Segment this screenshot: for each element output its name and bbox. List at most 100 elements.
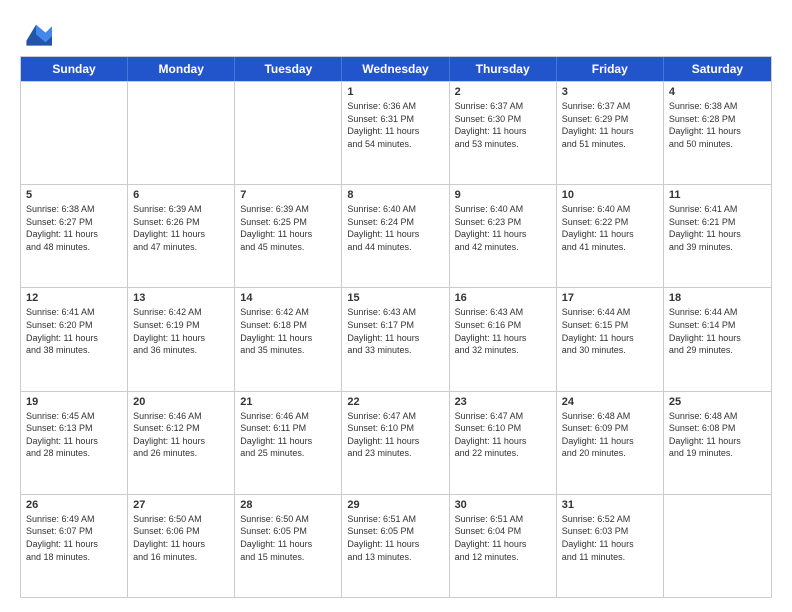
- day-cell: 4 Sunrise: 6:38 AM Sunset: 6:28 PM Daylig…: [664, 82, 771, 184]
- day-info: Sunrise: 6:43 AM Sunset: 6:17 PM Dayligh…: [347, 306, 443, 356]
- day-cell: 7Sunrise: 6:39 AM Sunset: 6:25 PM Daylig…: [235, 185, 342, 287]
- day-cell: [128, 82, 235, 184]
- day-cell: [21, 82, 128, 184]
- day-cell: 2 Sunrise: 6:37 AM Sunset: 6:30 PM Daylig…: [450, 82, 557, 184]
- day-header: Friday: [557, 57, 664, 81]
- day-number: 1: [347, 86, 443, 98]
- day-info: Sunrise: 6:40 AM Sunset: 6:23 PM Dayligh…: [455, 203, 551, 253]
- day-info: Sunrise: 6:41 AM Sunset: 6:21 PM Dayligh…: [669, 203, 766, 253]
- day-number: 3: [562, 86, 658, 98]
- day-number: 19: [26, 396, 122, 408]
- day-header: Sunday: [21, 57, 128, 81]
- day-info: Sunrise: 6:41 AM Sunset: 6:20 PM Dayligh…: [26, 306, 122, 356]
- week-row: 5 Sunrise: 6:38 AM Sunset: 6:27 PM Daylig…: [21, 184, 771, 287]
- day-number: 16: [455, 292, 551, 304]
- day-number: 8: [347, 189, 443, 201]
- day-info: Sunrise: 6:37 AM Sunset: 6:30 PM Dayligh…: [455, 100, 551, 150]
- day-info: Sunrise: 6:51 AM Sunset: 6:04 PM Dayligh…: [455, 513, 551, 563]
- day-number: 30: [455, 499, 551, 511]
- day-number: 21: [240, 396, 336, 408]
- day-header: Thursday: [450, 57, 557, 81]
- day-number: 13: [133, 292, 229, 304]
- page: SundayMondayTuesdayWednesdayThursdayFrid…: [0, 0, 792, 612]
- day-info: Sunrise: 6:38 AM Sunset: 6:27 PM Dayligh…: [26, 203, 122, 253]
- day-cell: 12 Sunrise: 6:41 AM Sunset: 6:20 PM Dayli…: [21, 288, 128, 390]
- day-cell: 25Sunrise: 6:48 AM Sunset: 6:08 PM Dayli…: [664, 392, 771, 494]
- day-info: Sunrise: 6:44 AM Sunset: 6:14 PM Dayligh…: [669, 306, 766, 356]
- day-cell: 8 Sunrise: 6:40 AM Sunset: 6:24 PM Daylig…: [342, 185, 449, 287]
- logo: [20, 18, 56, 46]
- day-number: 20: [133, 396, 229, 408]
- day-cell: 16 Sunrise: 6:43 AM Sunset: 6:16 PM Dayli…: [450, 288, 557, 390]
- day-cell: 23 Sunrise: 6:47 AM Sunset: 6:10 PM Dayli…: [450, 392, 557, 494]
- day-number: 28: [240, 499, 336, 511]
- day-number: 7: [240, 189, 336, 201]
- day-number: 26: [26, 499, 122, 511]
- day-info: Sunrise: 6:49 AM Sunset: 6:07 PM Dayligh…: [26, 513, 122, 563]
- day-number: 4: [669, 86, 766, 98]
- day-number: 15: [347, 292, 443, 304]
- day-header: Saturday: [664, 57, 771, 81]
- day-cell: 5 Sunrise: 6:38 AM Sunset: 6:27 PM Daylig…: [21, 185, 128, 287]
- day-header: Monday: [128, 57, 235, 81]
- day-info: Sunrise: 6:39 AM Sunset: 6:26 PM Dayligh…: [133, 203, 229, 253]
- day-header: Wednesday: [342, 57, 449, 81]
- week-row: 19Sunrise: 6:45 AM Sunset: 6:13 PM Dayli…: [21, 391, 771, 494]
- day-cell: [235, 82, 342, 184]
- day-number: 5: [26, 189, 122, 201]
- day-header: Tuesday: [235, 57, 342, 81]
- day-number: 29: [347, 499, 443, 511]
- weeks: 1 Sunrise: 6:36 AM Sunset: 6:31 PM Daylig…: [21, 81, 771, 597]
- day-headers: SundayMondayTuesdayWednesdayThursdayFrid…: [21, 57, 771, 81]
- day-cell: 20 Sunrise: 6:46 AM Sunset: 6:12 PM Dayli…: [128, 392, 235, 494]
- day-info: Sunrise: 6:47 AM Sunset: 6:10 PM Dayligh…: [455, 410, 551, 460]
- day-info: Sunrise: 6:44 AM Sunset: 6:15 PM Dayligh…: [562, 306, 658, 356]
- day-info: Sunrise: 6:46 AM Sunset: 6:12 PM Dayligh…: [133, 410, 229, 460]
- day-cell: 21 Sunrise: 6:46 AM Sunset: 6:11 PM Dayli…: [235, 392, 342, 494]
- day-number: 31: [562, 499, 658, 511]
- day-cell: 19Sunrise: 6:45 AM Sunset: 6:13 PM Dayli…: [21, 392, 128, 494]
- day-cell: 10Sunrise: 6:40 AM Sunset: 6:22 PM Dayli…: [557, 185, 664, 287]
- day-number: 6: [133, 189, 229, 201]
- day-info: Sunrise: 6:51 AM Sunset: 6:05 PM Dayligh…: [347, 513, 443, 563]
- day-cell: 3Sunrise: 6:37 AM Sunset: 6:29 PM Daylig…: [557, 82, 664, 184]
- day-number: 27: [133, 499, 229, 511]
- day-number: 23: [455, 396, 551, 408]
- day-info: Sunrise: 6:52 AM Sunset: 6:03 PM Dayligh…: [562, 513, 658, 563]
- day-info: Sunrise: 6:47 AM Sunset: 6:10 PM Dayligh…: [347, 410, 443, 460]
- day-cell: 9Sunrise: 6:40 AM Sunset: 6:23 PM Daylig…: [450, 185, 557, 287]
- day-cell: 26 Sunrise: 6:49 AM Sunset: 6:07 PM Dayli…: [21, 495, 128, 597]
- day-number: 24: [562, 396, 658, 408]
- day-info: Sunrise: 6:42 AM Sunset: 6:19 PM Dayligh…: [133, 306, 229, 356]
- day-info: Sunrise: 6:36 AM Sunset: 6:31 PM Dayligh…: [347, 100, 443, 150]
- day-cell: 29 Sunrise: 6:51 AM Sunset: 6:05 PM Dayli…: [342, 495, 449, 597]
- day-info: Sunrise: 6:38 AM Sunset: 6:28 PM Dayligh…: [669, 100, 766, 150]
- day-info: Sunrise: 6:50 AM Sunset: 6:05 PM Dayligh…: [240, 513, 336, 563]
- day-cell: 18Sunrise: 6:44 AM Sunset: 6:14 PM Dayli…: [664, 288, 771, 390]
- day-cell: 31 Sunrise: 6:52 AM Sunset: 6:03 PM Dayli…: [557, 495, 664, 597]
- header: [20, 18, 772, 46]
- week-row: 26 Sunrise: 6:49 AM Sunset: 6:07 PM Dayli…: [21, 494, 771, 597]
- day-info: Sunrise: 6:46 AM Sunset: 6:11 PM Dayligh…: [240, 410, 336, 460]
- day-cell: 6 Sunrise: 6:39 AM Sunset: 6:26 PM Daylig…: [128, 185, 235, 287]
- day-number: 10: [562, 189, 658, 201]
- day-cell: 24 Sunrise: 6:48 AM Sunset: 6:09 PM Dayli…: [557, 392, 664, 494]
- day-cell: 1 Sunrise: 6:36 AM Sunset: 6:31 PM Daylig…: [342, 82, 449, 184]
- day-info: Sunrise: 6:43 AM Sunset: 6:16 PM Dayligh…: [455, 306, 551, 356]
- day-cell: 28 Sunrise: 6:50 AM Sunset: 6:05 PM Dayli…: [235, 495, 342, 597]
- day-info: Sunrise: 6:48 AM Sunset: 6:08 PM Dayligh…: [669, 410, 766, 460]
- day-number: 22: [347, 396, 443, 408]
- day-cell: 15 Sunrise: 6:43 AM Sunset: 6:17 PM Dayli…: [342, 288, 449, 390]
- day-cell: 30 Sunrise: 6:51 AM Sunset: 6:04 PM Dayli…: [450, 495, 557, 597]
- day-number: 2: [455, 86, 551, 98]
- day-number: 11: [669, 189, 766, 201]
- day-number: 12: [26, 292, 122, 304]
- day-cell: 22 Sunrise: 6:47 AM Sunset: 6:10 PM Dayli…: [342, 392, 449, 494]
- day-cell: [664, 495, 771, 597]
- day-cell: 17Sunrise: 6:44 AM Sunset: 6:15 PM Dayli…: [557, 288, 664, 390]
- day-info: Sunrise: 6:48 AM Sunset: 6:09 PM Dayligh…: [562, 410, 658, 460]
- day-info: Sunrise: 6:50 AM Sunset: 6:06 PM Dayligh…: [133, 513, 229, 563]
- day-info: Sunrise: 6:40 AM Sunset: 6:24 PM Dayligh…: [347, 203, 443, 253]
- calendar: SundayMondayTuesdayWednesdayThursdayFrid…: [20, 56, 772, 598]
- logo-icon: [20, 18, 52, 46]
